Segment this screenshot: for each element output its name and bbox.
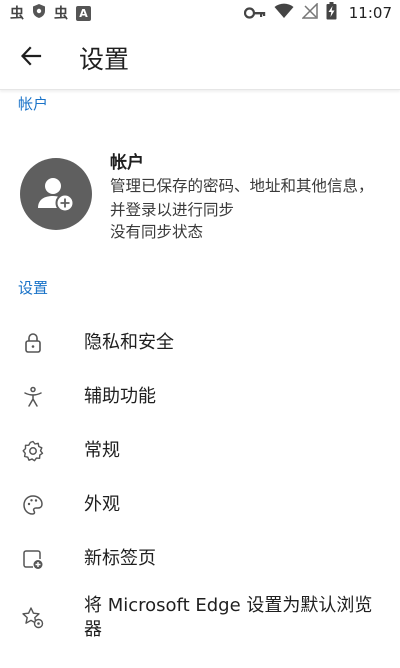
notification-glyph-icon: 虫 xyxy=(54,6,68,22)
account-row[interactable]: 帐户 管理已保存的密码、地址和其他信息，并登录以进行同步 没有同步状态 xyxy=(0,140,400,250)
setting-default-browser[interactable]: 将 Microsoft Edge 设置为默认浏览器 xyxy=(0,586,400,650)
account-section-header: 帐户 xyxy=(18,95,49,113)
app-bar: 设置 xyxy=(0,26,400,90)
settings-list: 隐私和安全 辅助功能 常规 外观 新标签页 将 Microsoft Edge 设… xyxy=(0,316,400,650)
page-title: 设置 xyxy=(79,44,130,74)
app-letter: A xyxy=(79,6,88,20)
app-letter-icon: A xyxy=(76,5,91,21)
arrow-left-icon xyxy=(20,45,42,71)
star-gear-icon xyxy=(20,605,46,631)
status-bar-right: 11:07 xyxy=(243,2,392,24)
setting-privacy-security[interactable]: 隐私和安全 xyxy=(0,316,400,370)
setting-label: 隐私和安全 xyxy=(84,332,174,353)
status-bar-left: 虫 虫 A xyxy=(10,3,91,23)
notification-glyph-icon: 虫 xyxy=(10,6,24,22)
battery-charging-icon xyxy=(326,2,337,24)
new-tab-icon xyxy=(20,546,46,572)
vpn-shield-icon xyxy=(32,3,46,23)
setting-label: 外观 xyxy=(84,494,120,515)
sync-status: 没有同步状态 xyxy=(110,223,204,241)
back-button[interactable] xyxy=(11,38,51,78)
palette-icon xyxy=(20,492,46,518)
setting-accessibility[interactable]: 辅助功能 xyxy=(0,370,400,424)
settings-section-header: 设置 xyxy=(18,279,49,297)
setting-new-tab[interactable]: 新标签页 xyxy=(0,532,400,586)
person-add-icon xyxy=(20,158,92,234)
setting-label: 将 Microsoft Edge 设置为默认浏览器 xyxy=(84,595,373,640)
wifi-icon xyxy=(274,3,294,23)
setting-general[interactable]: 常规 xyxy=(0,424,400,478)
status-bar: 虫 虫 A 11:07 xyxy=(0,0,400,26)
accessibility-icon xyxy=(20,384,46,410)
account-name: 帐户 xyxy=(110,153,144,173)
account-description: 管理已保存的密码、地址和其他信息，并登录以进行同步 xyxy=(110,177,374,219)
gear-icon xyxy=(20,438,46,464)
lock-icon xyxy=(20,330,46,356)
setting-label: 新标签页 xyxy=(84,548,156,569)
status-time: 11:07 xyxy=(348,4,392,22)
avatar xyxy=(20,158,92,230)
no-signal-icon xyxy=(300,2,318,23)
setting-label: 辅助功能 xyxy=(84,386,156,407)
setting-appearance[interactable]: 外观 xyxy=(0,478,400,532)
setting-label: 常规 xyxy=(84,440,120,461)
key-icon xyxy=(243,4,266,23)
